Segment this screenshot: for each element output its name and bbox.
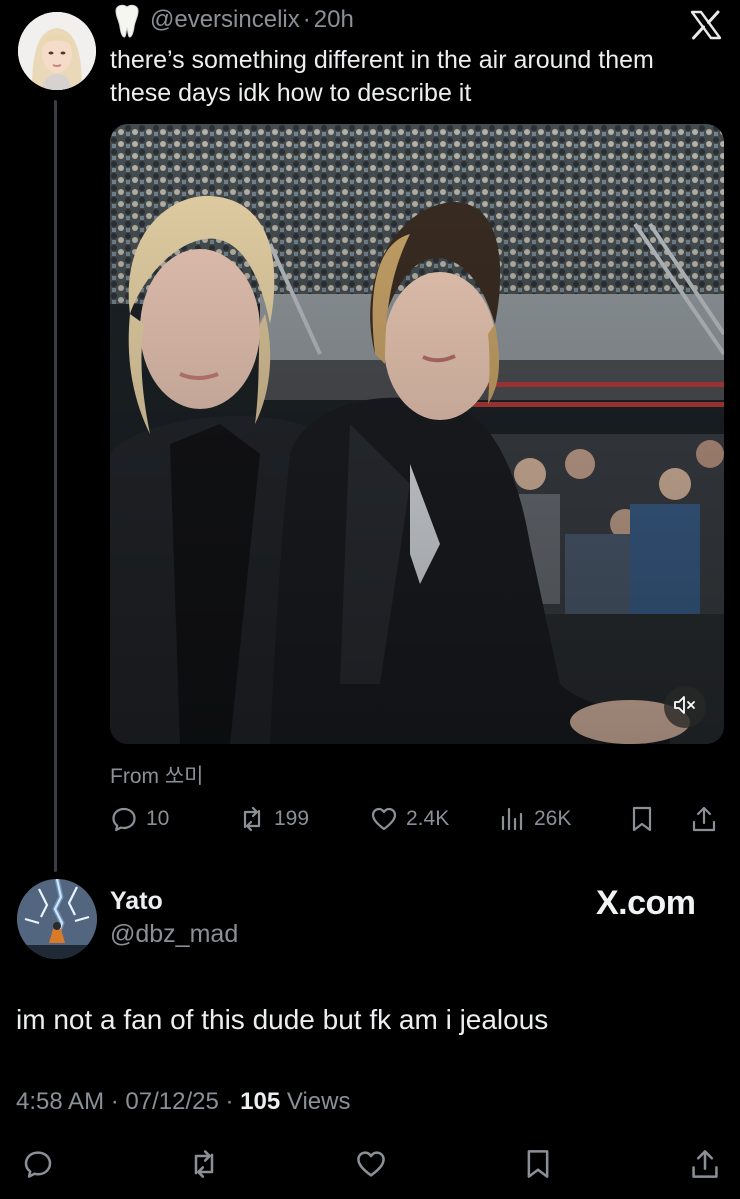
meta-separator: ·	[302, 6, 311, 33]
reply-author-name[interactable]: Yato	[110, 887, 163, 916]
views-action[interactable]: 26K	[498, 802, 571, 836]
x-logo-icon	[690, 10, 722, 40]
reply-author-avatar[interactable]	[17, 879, 97, 959]
share-button[interactable]	[687, 1146, 723, 1182]
reply-time[interactable]: 4:58 AM	[16, 1088, 104, 1115]
repost-icon	[243, 806, 261, 832]
like-action[interactable]: 2.4K	[370, 802, 449, 836]
repost-count: 199	[274, 807, 310, 830]
share-icon	[692, 806, 716, 832]
tooth-emoji-icon	[112, 4, 142, 38]
analytics-icon	[501, 807, 523, 831]
reply-text: im not a fan of this dude but fk am i je…	[16, 1004, 549, 1035]
mute-toggle-button[interactable]	[664, 686, 706, 728]
share-icon	[692, 1150, 718, 1178]
xcom-watermark: X.com	[596, 884, 696, 922]
share-button[interactable]	[690, 802, 726, 836]
heart-icon	[371, 807, 397, 831]
media-attribution[interactable]: From 쏘미	[110, 760, 203, 790]
repost-button[interactable]	[186, 1146, 222, 1182]
reply-date[interactable]: 07/12/25	[125, 1088, 218, 1115]
reply-button[interactable]	[20, 1146, 56, 1182]
like-count: 2.4K	[406, 807, 450, 830]
author-avatar[interactable]	[18, 12, 96, 90]
reply-count: 10	[146, 807, 170, 830]
reply-icon	[112, 807, 136, 832]
author-handle[interactable]: @eversincelix	[150, 6, 300, 33]
reply-icon	[24, 1151, 52, 1178]
view-count: 26K	[534, 807, 572, 830]
author-meta: @eversincelix · 20h	[150, 6, 354, 34]
heart-icon	[357, 1151, 385, 1177]
speaker-muted-icon	[673, 694, 697, 721]
reply-action[interactable]: 10	[110, 802, 169, 836]
tweet-time[interactable]: 20h	[314, 6, 354, 33]
repost-icon	[194, 1150, 214, 1178]
reply-views-count: 105	[240, 1088, 281, 1115]
meta-separator: ·	[225, 1088, 234, 1115]
bookmark-icon	[632, 806, 652, 832]
thread-connector-line	[54, 100, 57, 872]
like-button[interactable]	[353, 1146, 389, 1182]
tweet-text: there’s something different in the air a…	[110, 46, 654, 107]
reply-author-handle[interactable]: @dbz_mad	[110, 920, 238, 949]
reply-meta: 4:58 AM · 07/12/25 · 105 Views	[16, 1088, 350, 1116]
reply-views-label: Views	[286, 1088, 351, 1115]
repost-action[interactable]: 199	[238, 802, 309, 836]
tweet-video[interactable]	[110, 124, 724, 744]
meta-separator: ·	[110, 1088, 119, 1115]
bookmark-button[interactable]	[520, 1146, 556, 1182]
bookmark-icon	[527, 1150, 549, 1178]
bookmark-button[interactable]	[628, 802, 664, 836]
